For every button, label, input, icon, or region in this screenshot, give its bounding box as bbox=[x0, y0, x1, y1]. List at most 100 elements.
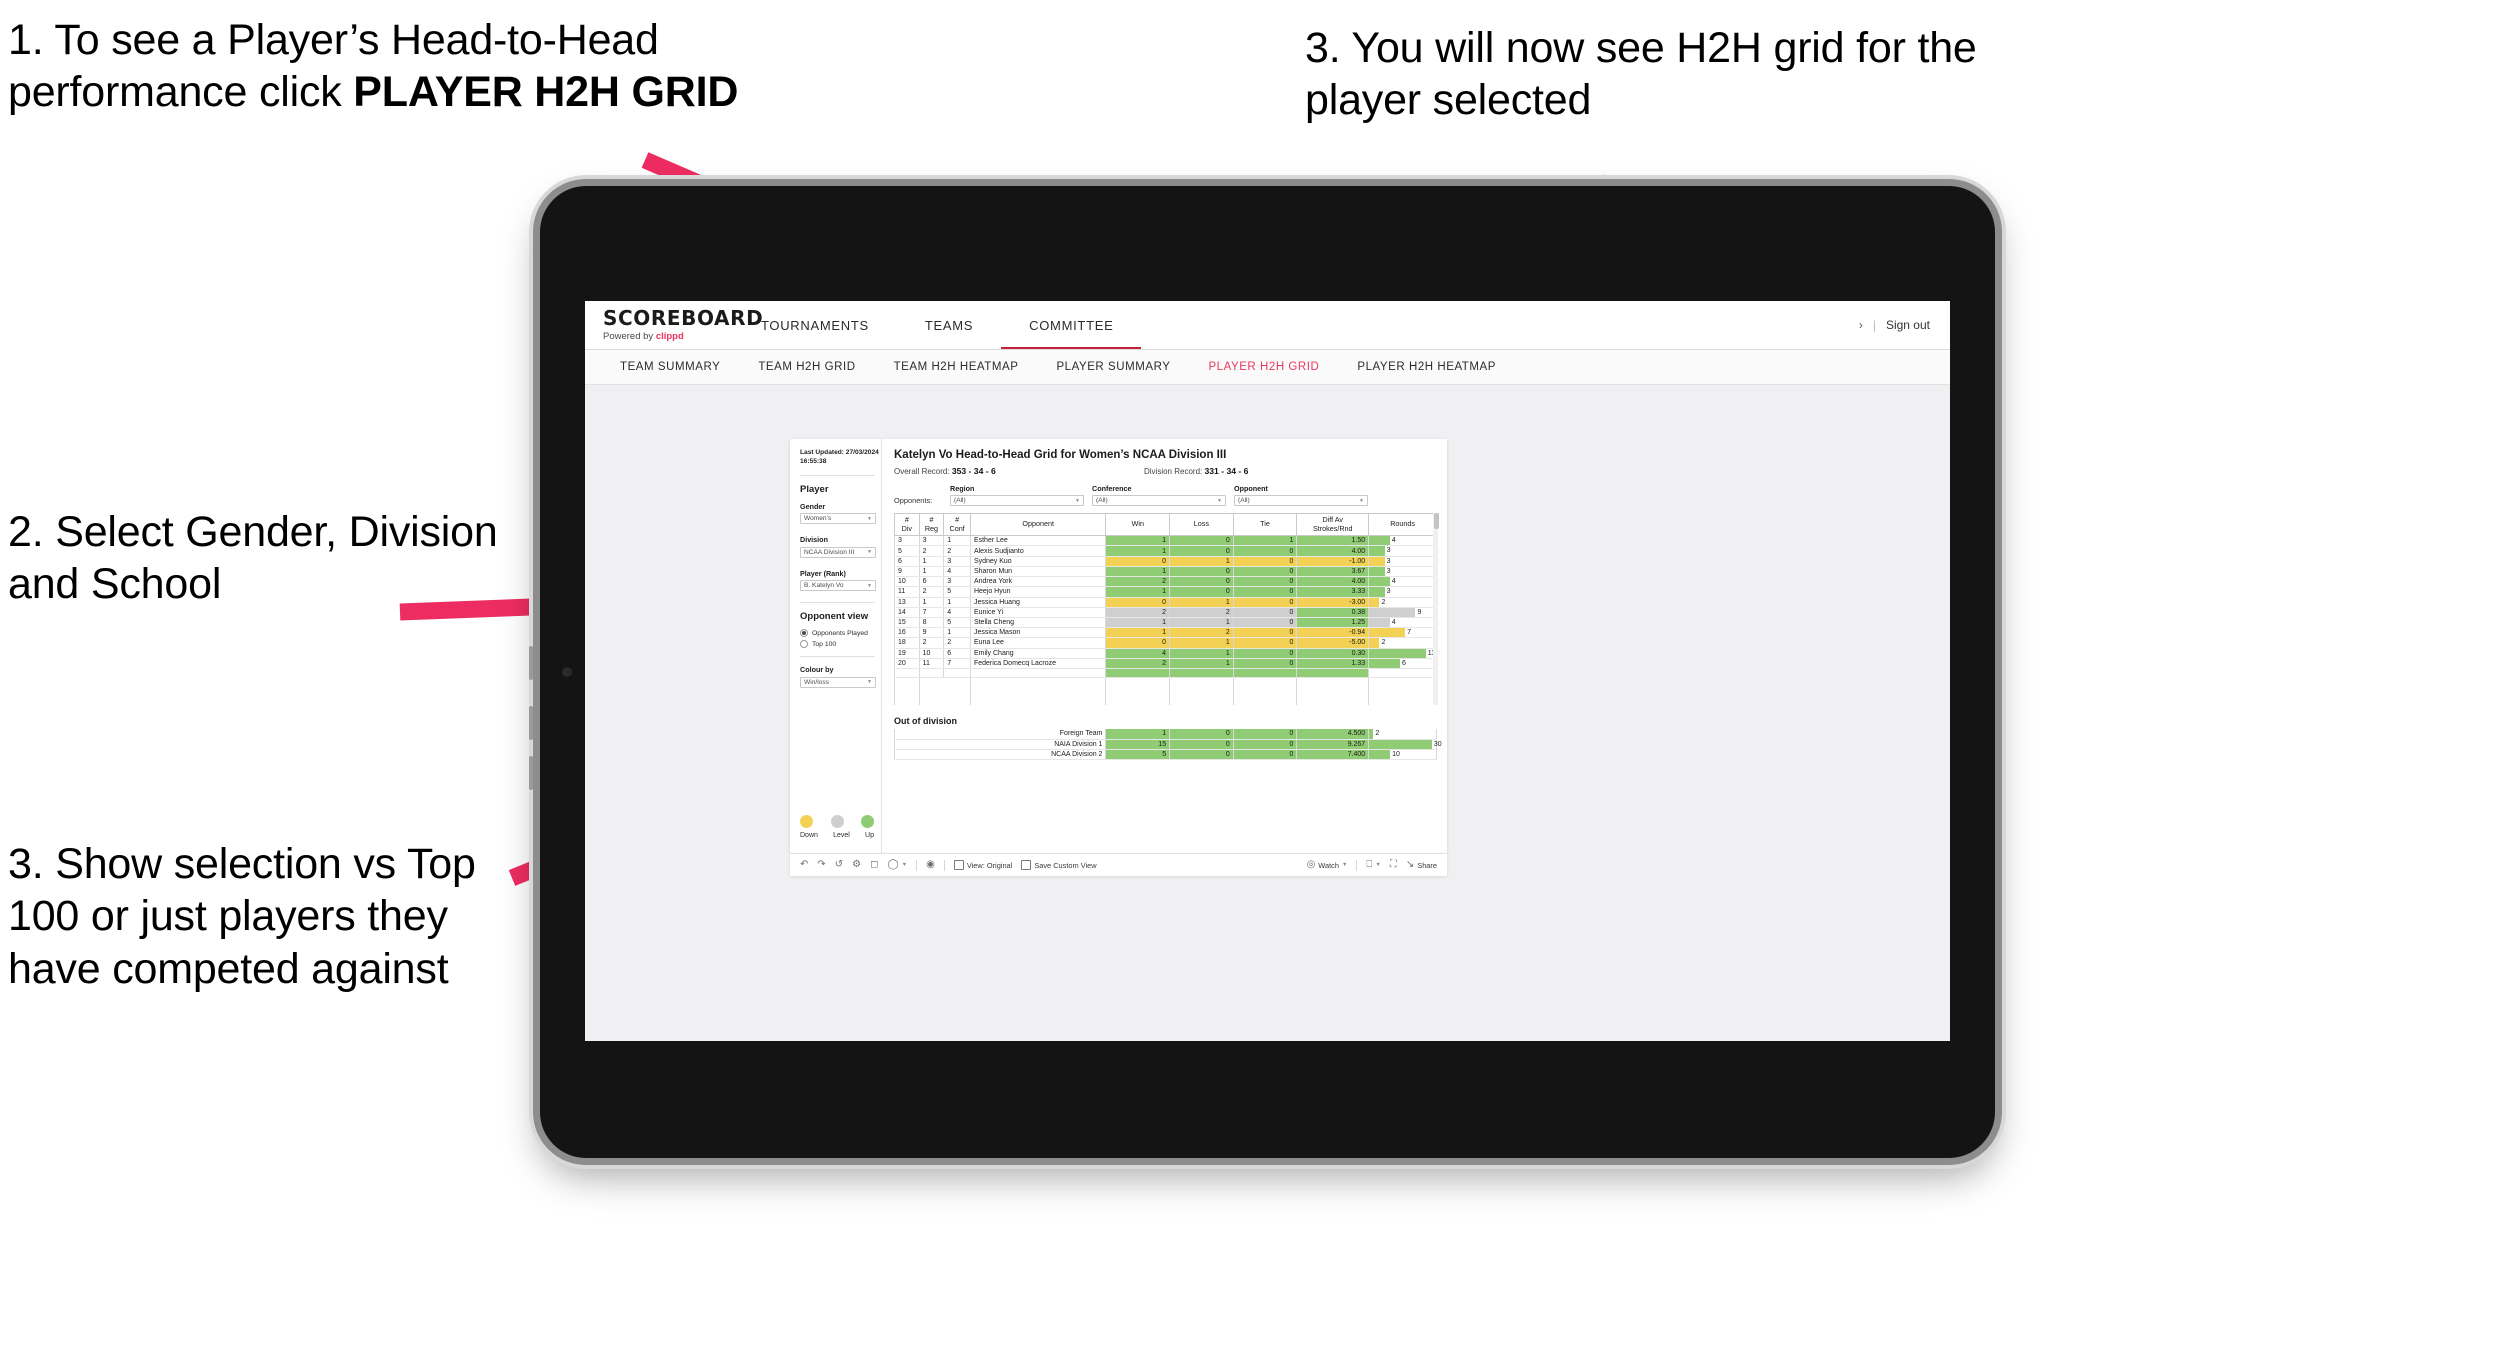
pane-divider-1 bbox=[800, 474, 875, 476]
table-row-partial[interactable] bbox=[894, 668, 1437, 679]
colour-by-field: Colour by Win/loss ▼ bbox=[800, 665, 881, 688]
topnav-item-teams[interactable]: TEAMS bbox=[897, 301, 1001, 349]
topnav-item-committee[interactable]: COMMITTEE bbox=[1001, 301, 1142, 349]
region-filter-select[interactable]: (All) ▼ bbox=[950, 495, 1084, 506]
division-select[interactable]: NCAA Division III ▼ bbox=[800, 546, 876, 558]
pan-icon[interactable]: ◉ bbox=[926, 860, 935, 870]
watch-button[interactable]: ◎ Watch ▼ bbox=[1307, 860, 1348, 870]
cell-empty bbox=[1169, 695, 1234, 706]
table-row[interactable]: 15 8 5 Stella Cheng 1 1 0 1.25 4 bbox=[894, 617, 1437, 629]
conference-filter-select[interactable]: (All) ▼ bbox=[1092, 495, 1226, 506]
cell-empty bbox=[1105, 695, 1171, 706]
table-row[interactable]: 10 6 3 Andrea York 2 0 0 4.00 4 bbox=[894, 576, 1437, 588]
table-row[interactable]: Foreign Team 1 0 0 4.500 2 bbox=[893, 729, 1437, 740]
subnav-item-team-h2h-grid[interactable]: TEAM H2H GRID bbox=[739, 361, 874, 373]
table-row[interactable]: 9 1 4 Sharon Mun 1 0 0 3.67 3 bbox=[894, 566, 1437, 578]
refresh-icon[interactable]: ⚙ bbox=[852, 860, 861, 870]
cell-opponent: Eunice Yi bbox=[969, 607, 1107, 618]
annotation-1-strong: PLAYER H2H GRID bbox=[353, 68, 739, 117]
select-tool-group[interactable]: ◯ ▼ bbox=[887, 860, 907, 870]
player-rank-select[interactable]: B. Katelyn Vo ▼ bbox=[800, 580, 876, 592]
cell-diff: 4.00 bbox=[1296, 545, 1370, 557]
subnav-item-player-h2h-heatmap[interactable]: PLAYER H2H HEATMAP bbox=[1338, 361, 1515, 373]
grid-scrollbar-track[interactable] bbox=[1433, 513, 1439, 706]
redo-icon[interactable]: ↷ bbox=[817, 860, 825, 870]
colour-by-select[interactable]: Win/loss ▼ bbox=[800, 676, 876, 688]
table-row[interactable]: 5 2 2 Alexis Sudjianto 1 0 0 4.00 3 bbox=[894, 545, 1437, 557]
table-row[interactable]: 3 3 1 Esther Lee 1 0 1 1.50 4 bbox=[894, 535, 1437, 547]
col-diff: Diff Av Strokes/Rnd bbox=[1296, 512, 1370, 537]
cell-conf: 1 bbox=[943, 535, 971, 547]
legend-swatch-level bbox=[830, 815, 844, 828]
pane-divider-2 bbox=[800, 602, 875, 604]
col-conf: # Conf bbox=[943, 512, 971, 537]
table-row[interactable]: 19 10 6 Emily Chang 4 1 0 0.30 11 bbox=[894, 648, 1437, 659]
cell-tie: 0 bbox=[1232, 566, 1298, 578]
undo-icon[interactable]: ↶ bbox=[800, 860, 808, 870]
app-top-bar: SCOREBOARD Powered by clippd TOURNAMENTS… bbox=[585, 301, 1950, 350]
chevron-right-icon[interactable]: › bbox=[1859, 318, 1863, 332]
table-row[interactable]: 16 9 1 Jessica Mason 1 2 0 -0.94 7 bbox=[894, 627, 1437, 639]
cell-empty bbox=[969, 686, 1107, 696]
share-icon: ↘ bbox=[1405, 859, 1415, 870]
brand-subtitle: Powered by clippd bbox=[603, 331, 733, 342]
cell-reg: 6 bbox=[918, 576, 945, 588]
radio-icon bbox=[800, 640, 808, 649]
radio-top-100[interactable]: Top 100 bbox=[800, 640, 881, 649]
view-original-button[interactable]: View: Original bbox=[953, 860, 1012, 870]
subnav-item-player-summary[interactable]: PLAYER SUMMARY bbox=[1037, 361, 1189, 373]
table-row[interactable]: NAIA Division 1 15 0 0 9.267 30 bbox=[893, 739, 1442, 750]
pause-icon[interactable]: ◻ bbox=[870, 860, 878, 870]
table-row[interactable]: 14 7 4 Eunice Yi 2 2 0 0.38 9 bbox=[894, 607, 1437, 618]
cell-empty bbox=[1368, 677, 1437, 687]
opponent-filter-title: Opponent bbox=[1234, 484, 1268, 493]
grid-scrollbar-thumb[interactable] bbox=[1434, 513, 1439, 529]
fullscreen-icon[interactable]: ⛶ bbox=[1390, 860, 1397, 870]
cell-empty bbox=[944, 687, 971, 696]
table-row[interactable]: 18 2 2 Euna Lee 0 1 0 -5.00 2 bbox=[894, 637, 1437, 649]
opponent-filter-select[interactable]: (All) ▼ bbox=[1234, 495, 1368, 506]
overall-record-label: Overall Record: bbox=[894, 467, 950, 476]
table-row[interactable]: 20 11 7 Federica Domecq Lacroze 2 1 0 1.33 6 bbox=[894, 658, 1437, 669]
cell-div: 19 bbox=[894, 648, 920, 659]
volume-up-button[interactable] bbox=[529, 646, 533, 680]
cell-win: 1 bbox=[1105, 627, 1171, 639]
region-filter: Region (All) ▼ bbox=[950, 484, 1084, 506]
save-custom-view-button[interactable]: Save Custom View bbox=[1021, 860, 1097, 870]
brand-logo[interactable]: SCOREBOARD Powered by clippd bbox=[585, 301, 763, 349]
cell-reg: 10 bbox=[918, 648, 945, 659]
player-rank-value: B. Katelyn Vo bbox=[804, 582, 844, 590]
power-button[interactable] bbox=[529, 756, 533, 790]
subnav-item-player-h2h-grid[interactable]: PLAYER H2H GRID bbox=[1189, 361, 1338, 373]
cell-opponent bbox=[969, 668, 1107, 679]
gender-select[interactable]: Women’s ▼ bbox=[800, 513, 876, 525]
cell-tie: 0 bbox=[1232, 607, 1298, 618]
table-row[interactable]: 11 2 5 Heejo Hyun 1 0 0 3.33 3 bbox=[894, 586, 1437, 598]
subnav-item-team-h2h-heatmap[interactable]: TEAM H2H HEATMAP bbox=[875, 361, 1038, 373]
cell-empty bbox=[969, 695, 1107, 706]
table-row[interactable]: 6 1 3 Sydney Kuo 0 1 0 -1.00 3 bbox=[894, 556, 1437, 567]
table-row-empty bbox=[894, 695, 1437, 706]
table-row[interactable]: NCAA Division 2 5 0 0 7.400 10 bbox=[893, 749, 1437, 761]
cell-group-name: NAIA Division 1 bbox=[893, 739, 1107, 750]
opponent-filter-bar: Opponents: Region (All) ▼ Conference (Al bbox=[894, 484, 1437, 506]
topnav-item-tournaments[interactable]: TOURNAMENTS bbox=[733, 301, 897, 349]
table-row[interactable]: 13 1 1 Jessica Huang 0 1 0 -3.00 2 bbox=[894, 597, 1437, 608]
cell-win: 1 bbox=[1105, 586, 1171, 598]
out-of-division-body: Foreign Team 1 0 0 4.500 2 NAIA Division 1 15 0 0… bbox=[893, 729, 1442, 761]
out-of-division-table: Foreign Team 1 0 0 4.500 2 NAIA Division 1 15 0 0… bbox=[893, 729, 1442, 761]
share-button[interactable]: ↘ Share bbox=[1406, 860, 1437, 870]
cell-div: 16 bbox=[894, 627, 920, 639]
revert-icon[interactable]: ↺ bbox=[835, 860, 843, 870]
cell-reg: 3 bbox=[918, 535, 945, 547]
subnav-item-team-summary[interactable]: TEAM SUMMARY bbox=[601, 361, 739, 373]
radio-opponents-played[interactable]: Opponents Played bbox=[800, 629, 881, 638]
cell-rounds: 4 bbox=[1368, 617, 1437, 629]
sign-out-link[interactable]: Sign out bbox=[1886, 318, 1930, 332]
cell-tie: 0 bbox=[1232, 648, 1298, 659]
volume-down-button[interactable] bbox=[529, 706, 533, 740]
division-record-value: 331 - 34 - 6 bbox=[1204, 466, 1249, 476]
cell-diff: -1.00 bbox=[1296, 556, 1370, 567]
watch-label: Watch bbox=[1318, 860, 1339, 870]
download-button[interactable]: ⎕ ▼ bbox=[1366, 860, 1380, 870]
